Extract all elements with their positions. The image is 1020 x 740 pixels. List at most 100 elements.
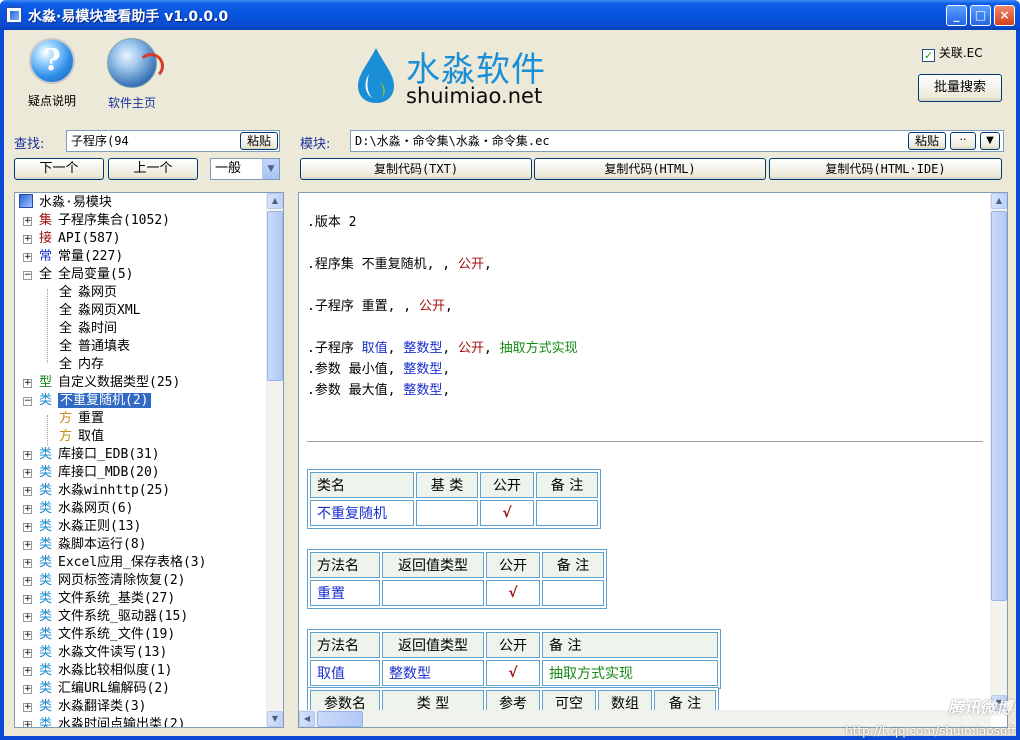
tree-item-label: 水淼时间点输出类(2) xyxy=(58,717,186,728)
tree-item[interactable]: 类库接口_MDB(20) xyxy=(39,464,160,482)
tree-item-type-tag: 型 xyxy=(39,375,53,390)
tree-item[interactable]: 类不重复随机(2) xyxy=(39,392,151,410)
tree-item-label: 网页标签清除恢复(2) xyxy=(58,573,186,588)
module-dropdown-button[interactable]: ▼ xyxy=(980,132,1000,150)
expand-icon[interactable]: + xyxy=(23,487,32,496)
search-paste-button[interactable]: 粘贴 xyxy=(240,132,278,150)
expand-icon[interactable]: + xyxy=(23,253,32,262)
logo-english-text: shuimiao.net xyxy=(406,84,543,108)
tree-item[interactable]: 类文件系统_基类(27) xyxy=(39,590,175,608)
tree-item-label: 不重复随机(2) xyxy=(58,393,151,408)
tree-item[interactable]: 常常量(227) xyxy=(39,248,123,266)
tree-item[interactable]: 全全局变量(5) xyxy=(39,266,134,284)
minimize-button[interactable]: _ xyxy=(946,5,967,26)
scroll-up-icon[interactable]: ▲ xyxy=(267,193,283,209)
scroll-up-icon[interactable]: ▲ xyxy=(991,193,1007,209)
collapse-icon[interactable]: − xyxy=(23,397,32,406)
tree-item[interactable]: 类水淼winhttp(25) xyxy=(39,482,170,500)
table-cell: 不重复随机 xyxy=(310,500,414,526)
collapse-icon[interactable]: − xyxy=(23,271,32,280)
tree-item-label: 取值 xyxy=(78,429,105,444)
tree-item[interactable]: 方取值 xyxy=(59,428,104,446)
batch-search-button[interactable]: 批量搜索 xyxy=(918,74,1002,102)
tree-item[interactable]: 全内存 xyxy=(59,356,104,374)
expand-icon[interactable]: + xyxy=(23,559,32,568)
expand-icon[interactable]: + xyxy=(23,523,32,532)
expand-icon[interactable]: + xyxy=(23,685,32,694)
expand-icon[interactable]: + xyxy=(23,649,32,658)
find-prev-button[interactable]: 上一个 xyxy=(108,158,198,180)
tree-item[interactable]: 水淼·易模块 xyxy=(19,194,112,212)
tree-item[interactable]: 类库接口_EDB(31) xyxy=(39,446,160,464)
tree-item[interactable]: 类水淼比较相似度(1) xyxy=(39,662,173,680)
search-mode-select[interactable]: 一般 ▼ xyxy=(210,158,280,180)
tree-item-label: 淼时间 xyxy=(78,321,118,336)
copy-html-ide-button[interactable]: 复制代码(HTML·IDE) xyxy=(769,158,1002,180)
window-title: 水淼·易模块查看助手 v1.0.0.0 xyxy=(28,9,229,25)
tree-item-label: Excel应用_保存表格(3) xyxy=(58,555,207,570)
expand-icon[interactable]: + xyxy=(23,667,32,676)
table-cell xyxy=(416,500,478,526)
table-cell: √ xyxy=(480,500,534,526)
tree-item[interactable]: 类水淼时间点输出类(2) xyxy=(39,716,186,728)
tree-item[interactable]: 类水淼文件读写(13) xyxy=(39,644,167,662)
title-bar[interactable]: 水淼·易模块查看助手 v1.0.0.0 _ □ × xyxy=(0,0,1020,30)
tree-item[interactable]: 全淼网页XML xyxy=(59,302,141,320)
tree-item[interactable]: 全淼网页 xyxy=(59,284,117,302)
associate-ec-checkbox[interactable]: ✓ 关联.EC xyxy=(922,44,983,62)
expand-icon[interactable]: + xyxy=(23,451,32,460)
tree-item[interactable]: 类汇编URL编解码(2) xyxy=(39,680,170,698)
module-paste-button[interactable]: 粘贴 xyxy=(908,132,946,150)
tree-scroll-thumb[interactable] xyxy=(267,211,283,381)
code-line-version: .版本 2 xyxy=(307,215,357,230)
code-view[interactable]: .版本 2 .程序集 不重复随机, , 公开, .子程序 重置, , 公开, .… xyxy=(298,192,1008,728)
table-cell: 取值 xyxy=(310,660,380,686)
expand-icon[interactable]: + xyxy=(23,235,32,244)
expand-icon[interactable]: + xyxy=(23,217,32,226)
scroll-left-icon[interactable]: ◀ xyxy=(299,711,315,727)
code-scroll-thumb[interactable] xyxy=(991,211,1007,601)
tree-item[interactable]: 型自定义数据类型(25) xyxy=(39,374,180,392)
code-line-assembly: .程序集 不重复随机, , 公开, xyxy=(307,257,492,272)
code-vertical-scrollbar[interactable]: ▲ ▼ xyxy=(990,193,1007,711)
close-button[interactable]: × xyxy=(994,5,1015,26)
table-header: 公开 xyxy=(486,552,540,578)
tree-item[interactable]: 类水淼正则(13) xyxy=(39,518,141,536)
tree-item-label: 淼脚本运行(8) xyxy=(58,537,147,552)
tree-item[interactable]: 全淼时间 xyxy=(59,320,117,338)
maximize-button[interactable]: □ xyxy=(970,5,991,26)
expand-icon[interactable]: + xyxy=(23,469,32,478)
find-next-button[interactable]: 下一个 xyxy=(14,158,104,180)
homepage-button[interactable]: 软件主页 xyxy=(100,38,164,111)
expand-icon[interactable]: + xyxy=(23,721,32,727)
tree-item[interactable]: 类文件系统_文件(19) xyxy=(39,626,175,644)
help-button[interactable]: ? 疑点说明 xyxy=(22,38,82,109)
scroll-down-icon[interactable]: ▼ xyxy=(267,711,283,727)
expand-icon[interactable]: + xyxy=(23,703,32,712)
expand-icon[interactable]: + xyxy=(23,577,32,586)
module-browse-button[interactable]: ·· xyxy=(950,132,976,150)
tree-item[interactable]: 类淼脚本运行(8) xyxy=(39,536,147,554)
copy-html-button[interactable]: 复制代码(HTML) xyxy=(534,158,766,180)
tree-item[interactable]: 集子程序集合(1052) xyxy=(39,212,170,230)
code-hscroll-thumb[interactable] xyxy=(317,711,363,727)
tree-item[interactable]: 接 API(587) xyxy=(39,230,121,248)
tree-item[interactable]: 方重置 xyxy=(59,410,104,428)
tree-item-type-tag: 类 xyxy=(39,393,53,408)
tree-item[interactable]: 类文件系统_驱动器(15) xyxy=(39,608,188,626)
module-tree[interactable]: ▲ ▼ 水淼·易模块 + 集子程序集合(1052) + 接 API(587) + 常常量(22… xyxy=(14,192,284,728)
expand-icon[interactable]: + xyxy=(23,379,32,388)
tree-item[interactable]: 类水淼翻译类(3) xyxy=(39,698,147,716)
tree-item[interactable]: 类水淼网页(6) xyxy=(39,500,134,518)
expand-icon[interactable]: + xyxy=(23,541,32,550)
tree-item[interactable]: 全普通填表 xyxy=(59,338,130,356)
tree-item[interactable]: 类网页标签清除恢复(2) xyxy=(39,572,186,590)
expand-icon[interactable]: + xyxy=(23,595,32,604)
module-path-input[interactable]: D:\水淼・命令集\水淼・命令集.ec xyxy=(350,130,1004,152)
copy-txt-button[interactable]: 复制代码(TXT) xyxy=(300,158,532,180)
tree-vertical-scrollbar[interactable]: ▲ ▼ xyxy=(266,193,283,727)
expand-icon[interactable]: + xyxy=(23,613,32,622)
expand-icon[interactable]: + xyxy=(23,631,32,640)
tree-item[interactable]: 类 Excel应用_保存表格(3) xyxy=(39,554,206,572)
expand-icon[interactable]: + xyxy=(23,505,32,514)
